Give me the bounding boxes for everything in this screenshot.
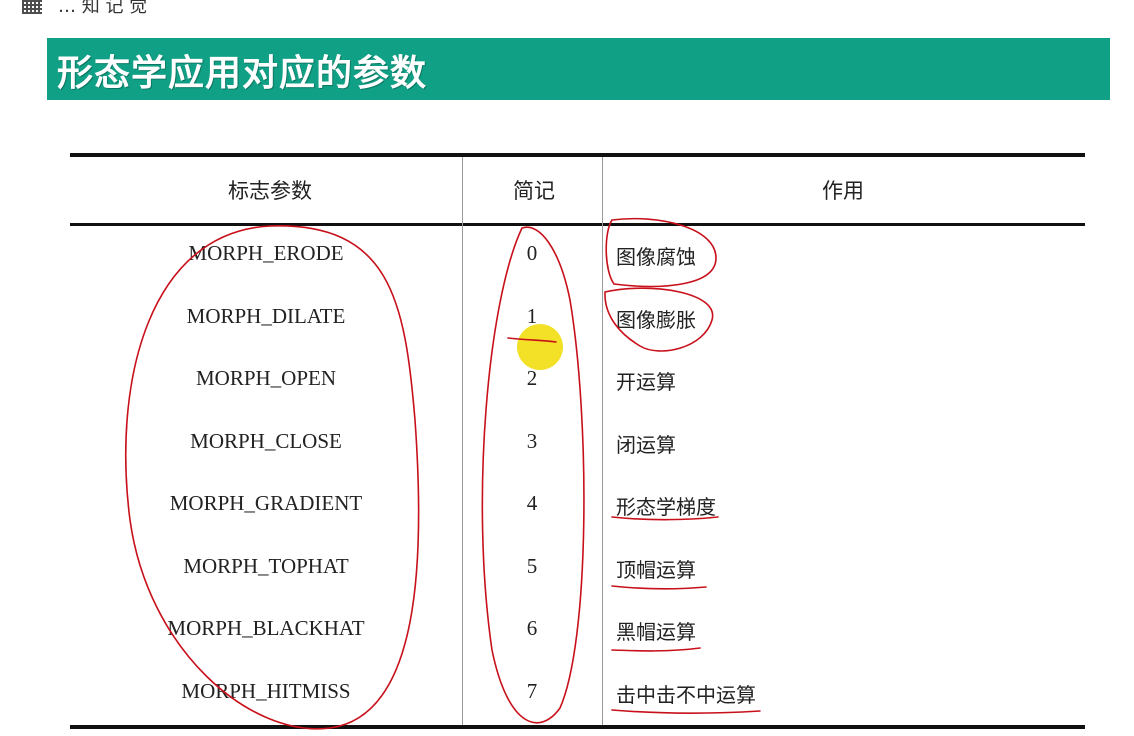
header-use: 作用: [822, 179, 864, 203]
corner-fragment-text: … 知 记 觉: [58, 0, 148, 17]
title-banner: 形态学应用对应的参数: [47, 38, 1110, 100]
use-cell: 顶帽运算: [616, 557, 696, 582]
code-cell: 6: [526, 616, 538, 640]
code-cell: 3: [526, 428, 538, 453]
cursor-highlight: [517, 324, 563, 370]
param-cell: MORPH_TOPHAT: [183, 553, 349, 578]
use-cell: 闭运算: [616, 432, 676, 457]
parameter-table: 标志参数 简记 作用 MORPH_ERODE 0 图像腐蚀 MORPH_DILATE 1…: [70, 153, 1085, 736]
qr-logo-icon: [22, 0, 42, 14]
table-top-rule: [70, 153, 1085, 157]
param-cell: MORPH_ERODE: [188, 241, 344, 265]
use-cell: 形态学梯度: [616, 495, 716, 519]
column-divider: [602, 157, 603, 725]
code-cell: 0: [526, 241, 538, 265]
table-header-rule: [70, 223, 1085, 226]
param-cell: MORPH_BLACKHAT: [167, 616, 365, 640]
use-cell: 黑帽运算: [616, 620, 696, 644]
header-param: 标志参数: [228, 179, 312, 203]
param-cell: MORPH_CLOSE: [190, 428, 342, 453]
param-cell: MORPH_HITMISS: [181, 678, 351, 703]
param-cell: MORPH_GRADIENT: [169, 491, 363, 515]
code-cell: 5: [526, 553, 538, 578]
use-cell: 击中击不中运算: [616, 682, 756, 707]
slide-title: 形态学应用对应的参数: [57, 53, 428, 94]
param-cell: MORPH_DILATE: [186, 303, 346, 328]
use-cell: 开运算: [616, 370, 676, 394]
table-bottom-rule: [70, 725, 1085, 729]
header-code: 简记: [513, 179, 555, 203]
use-cell: 图像膨胀: [616, 307, 696, 332]
code-cell: 7: [526, 678, 538, 703]
use-cell: 图像腐蚀: [616, 245, 696, 269]
param-cell: MORPH_OPEN: [195, 366, 337, 390]
code-cell: 4: [526, 491, 538, 515]
code-cell: 2: [526, 366, 538, 390]
